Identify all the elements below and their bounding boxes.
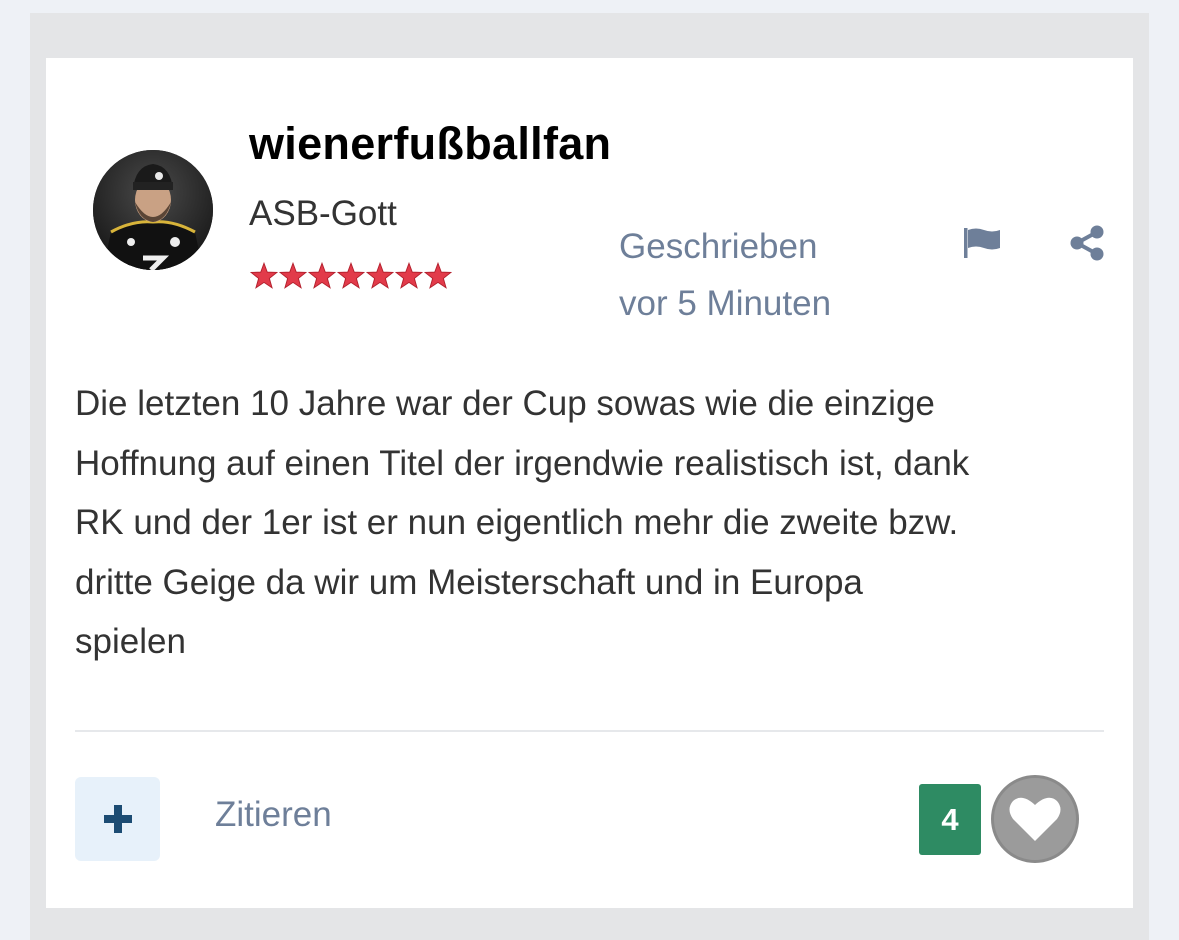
quote-button[interactable]: Zitieren [215,795,332,835]
post-timestamp[interactable]: Geschrieben vor 5 Minuten [619,218,919,332]
avatar[interactable] [93,150,213,270]
reaction-count-badge[interactable]: 4 [919,784,981,855]
post-content: Die letzten 10 Jahre war der Cup sowas w… [75,374,1115,672]
flag-icon [964,228,1000,258]
rank-star-icon [279,262,307,289]
timestamp-value: vor 5 Minuten [619,284,832,323]
like-button[interactable] [991,775,1079,863]
rank-star-icon [395,262,423,289]
post-divider [75,730,1104,732]
heart-icon [1009,797,1061,841]
rank-star-icon [424,262,452,289]
post-content-line: dritte Geige da wir um Meisterschaft und… [75,562,863,602]
author-name[interactable]: wienerfußballfan [249,118,611,170]
plus-icon [103,805,132,833]
share-icon [1070,225,1104,261]
rank-star-icon [250,262,278,289]
report-button[interactable] [962,226,1004,260]
timestamp-label: Geschrieben [619,227,818,266]
rank-stars [250,262,452,289]
share-button[interactable] [1068,224,1106,262]
post-content-line: Die letzten 10 Jahre war der Cup sowas w… [75,384,935,423]
post-content-line: spielen [75,622,186,661]
post-content-line: RK und der 1er ist er nun eigentlich meh… [75,503,959,542]
rank-star-icon [308,262,336,289]
author-rank: ASB-Gott [249,194,397,233]
multiquote-button[interactable] [75,777,160,861]
rank-star-icon [366,262,394,289]
post-content-line: Hoffnung auf einen Titel der irgendwie r… [75,443,970,483]
rank-star-icon [337,262,365,289]
avatar-image [93,150,213,270]
